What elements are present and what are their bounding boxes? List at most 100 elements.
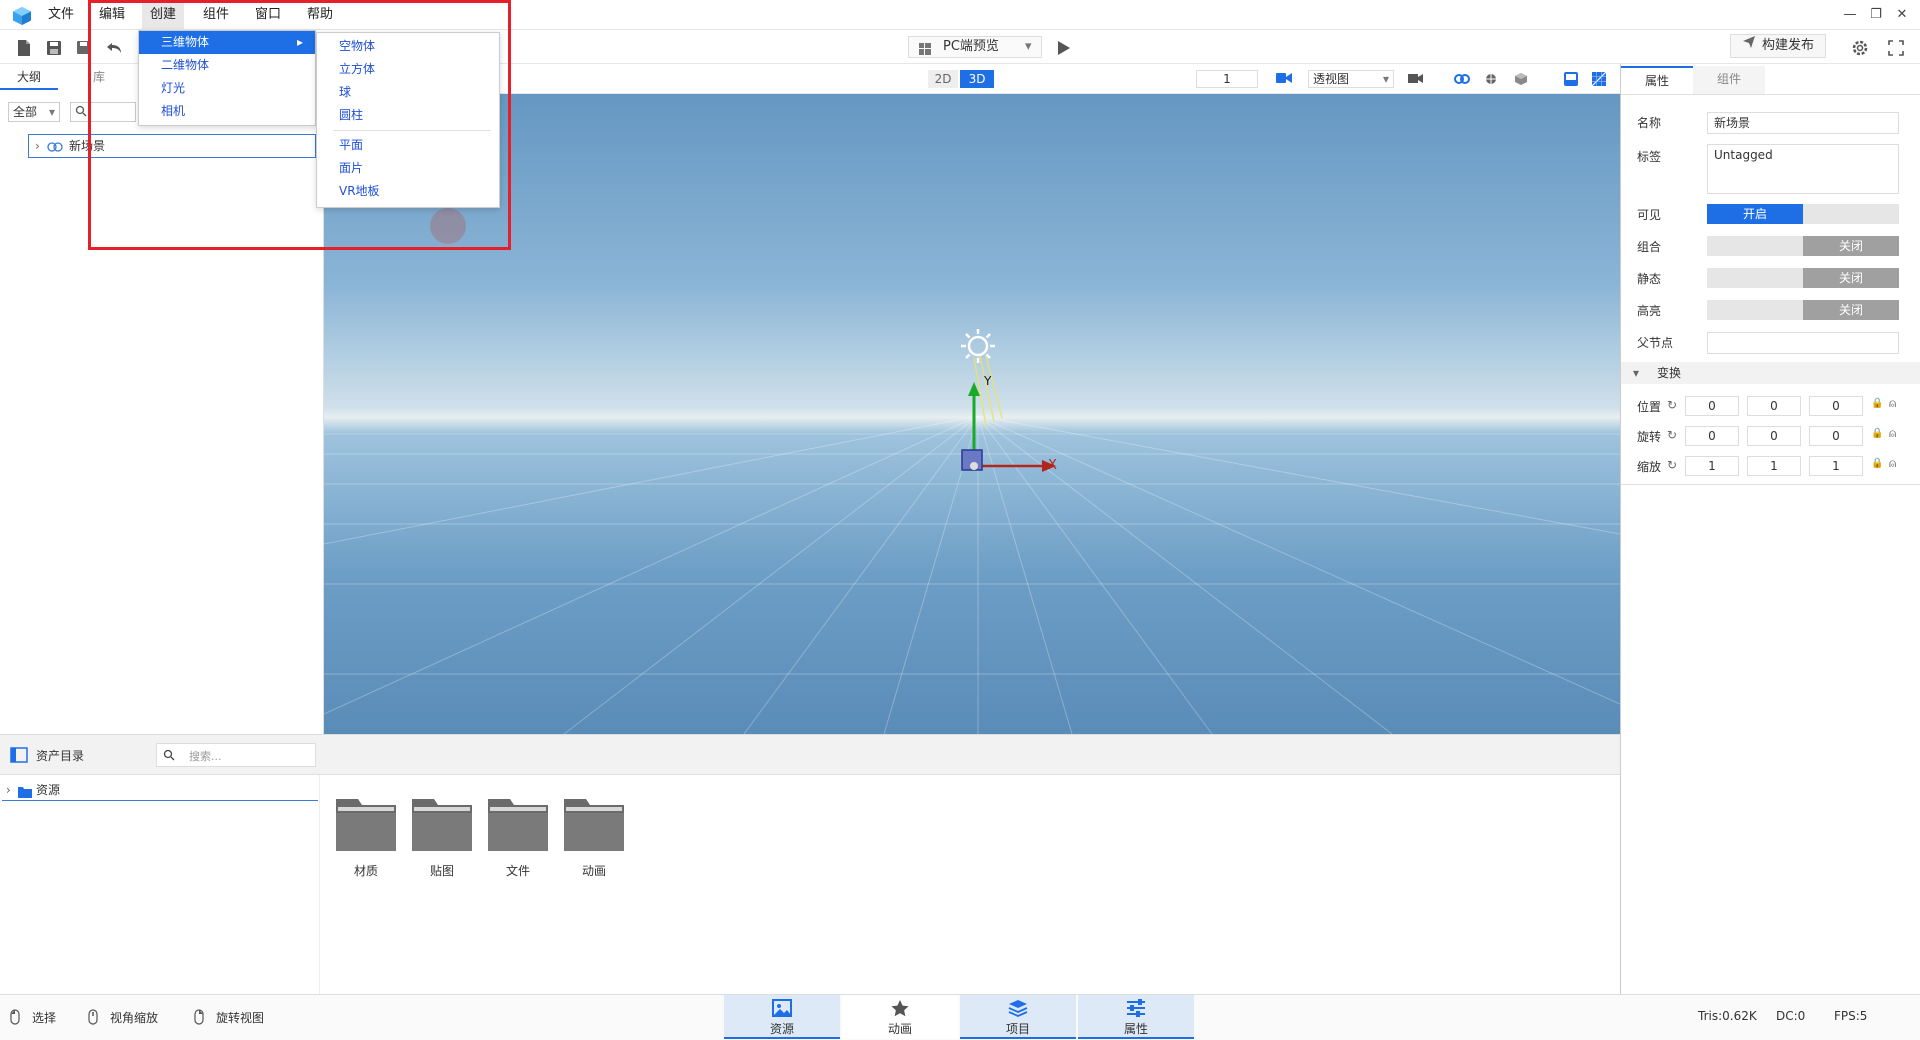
windows-icon [919, 42, 931, 62]
bottom-tab-assets[interactable]: 资源 [724, 995, 840, 1039]
tag-input[interactable]: Untagged [1707, 144, 1899, 194]
asset-search-input[interactable]: 搜索... [156, 743, 316, 767]
mouse-left-icon [10, 1009, 20, 1028]
highlight-annotation-box [88, 0, 511, 250]
visible-toggle[interactable]: 开启 [1707, 204, 1899, 224]
minimize-icon[interactable]: — [1838, 4, 1862, 26]
user-icon[interactable]: ⍝ [1889, 456, 1896, 471]
scene-viewport[interactable]: Y X [324, 94, 1620, 734]
scale-z-input[interactable]: 1 [1809, 456, 1863, 476]
grid-icon[interactable] [1591, 71, 1607, 89]
folder-icon [412, 799, 472, 851]
group-toggle-state: 关闭 [1803, 236, 1899, 256]
tag-label: 标签 [1637, 150, 1662, 164]
status-bar: 选择 视角缩放 旋转视图 资源 动画 项目 属性 Tris:0.62K DC:0… [0, 994, 1920, 1040]
lock-icon[interactable]: 🔒 [1871, 458, 1883, 469]
mouse-wheel-icon [88, 1009, 98, 1028]
scale-x-input[interactable]: 1 [1685, 456, 1739, 476]
outline-filter-select[interactable]: 全部 ▾ [8, 102, 60, 122]
layer-icon[interactable] [1564, 72, 1578, 89]
rotation-label: 旋转 [1637, 430, 1662, 444]
highlight-toggle-state: 关闭 [1803, 300, 1899, 320]
position-y-input[interactable]: 0 [1747, 396, 1801, 416]
folder-materials[interactable]: 材质 [334, 793, 398, 879]
position-x-input[interactable]: 0 [1685, 396, 1739, 416]
fps-counter: FPS:5 [1834, 1009, 1868, 1023]
gizmo-icon[interactable] [1484, 72, 1498, 89]
asset-panel: 资产目录 搜索... › 资源 材质 贴图 文件 动画 [0, 734, 1620, 995]
fullscreen-icon[interactable] [1884, 36, 1908, 60]
asset-tree-root[interactable]: › 资源 [2, 779, 318, 801]
rotation-y-input[interactable]: 0 [1747, 426, 1801, 446]
axis-y-label: Y [984, 374, 992, 388]
bottom-tab-label: 项目 [1005, 1022, 1030, 1036]
reset-rotation-icon[interactable]: ↻ [1667, 428, 1677, 442]
static-toggle[interactable]: 关闭 [1707, 268, 1899, 288]
assets-icon [772, 999, 792, 1017]
preview-mode-select[interactable]: PC端预览 ▾ [908, 36, 1042, 58]
transform-section-header[interactable]: ▾ 变换 [1621, 362, 1920, 384]
asset-search-placeholder: 搜索... [189, 750, 222, 763]
scene-icon [47, 139, 63, 161]
camera-settings-icon[interactable] [1408, 72, 1424, 89]
reset-position-icon[interactable]: ↻ [1667, 398, 1677, 412]
camera-index-input[interactable]: 1 [1196, 70, 1258, 88]
close-icon[interactable]: ✕ [1890, 4, 1914, 26]
rotation-x-input[interactable]: 0 [1685, 426, 1739, 446]
send-icon [1742, 35, 1756, 57]
new-file-icon[interactable] [12, 36, 36, 60]
lock-icon[interactable]: 🔒 [1871, 398, 1883, 409]
bottom-tab-project[interactable]: 项目 [960, 995, 1076, 1039]
transform-divider [1621, 484, 1920, 485]
highlight-label: 高亮 [1637, 304, 1662, 318]
tab-divider [1621, 94, 1920, 95]
bottom-tab-properties[interactable]: 属性 [1078, 995, 1194, 1039]
view-mode-value: 透视图 [1313, 72, 1350, 86]
rotation-z-input[interactable]: 0 [1809, 426, 1863, 446]
link-icon[interactable] [1454, 72, 1470, 89]
highlight-toggle[interactable]: 关闭 [1707, 300, 1899, 320]
cube-icon[interactable] [1514, 72, 1528, 89]
lock-icon[interactable]: 🔒 [1871, 428, 1883, 439]
visible-label: 可见 [1637, 208, 1662, 222]
hint-rotate: 旋转视图 [216, 1011, 265, 1025]
menu-file[interactable]: 文件 [44, 0, 78, 30]
scale-y-input[interactable]: 1 [1747, 456, 1801, 476]
static-label: 静态 [1637, 272, 1662, 286]
bottom-tab-label: 资源 [769, 1022, 794, 1036]
view-mode-select[interactable]: 透视图 ▾ [1308, 70, 1394, 88]
settings-gear-icon[interactable] [1848, 36, 1872, 60]
folder-icon [564, 799, 624, 851]
preview-mode-label: PC端预览 [943, 39, 999, 54]
mode-2d-button[interactable]: 2D [928, 70, 958, 88]
save-icon[interactable] [42, 36, 66, 60]
restore-icon[interactable]: ❐ [1864, 4, 1888, 26]
reset-scale-icon[interactable]: ↻ [1667, 458, 1677, 472]
bottom-tab-animation[interactable]: 动画 [842, 995, 958, 1039]
build-publish-button[interactable]: 构建发布 [1730, 34, 1826, 58]
user-icon[interactable]: ⍝ [1889, 426, 1896, 441]
tab-components[interactable]: 组件 [1693, 66, 1765, 94]
folder-animations[interactable]: 动画 [562, 793, 626, 879]
properties-panel: 属性 组件 名称 新场景 标签 Untagged 可见 开启 组合 关闭 静态 … [1620, 64, 1920, 994]
folder-textures[interactable]: 贴图 [410, 793, 474, 879]
folder-files[interactable]: 文件 [486, 793, 550, 879]
camera-icon[interactable] [1276, 72, 1292, 87]
draw-call-count: DC:0 [1776, 1009, 1806, 1023]
position-z-input[interactable]: 0 [1809, 396, 1863, 416]
visible-toggle-state: 开启 [1707, 204, 1803, 224]
bottom-tab-label: 属性 [1123, 1022, 1148, 1036]
user-icon[interactable]: ⍝ [1889, 396, 1896, 411]
chevron-right-icon: › [35, 139, 40, 153]
chevron-down-icon: ▾ [1382, 72, 1389, 86]
group-toggle[interactable]: 关闭 [1707, 236, 1899, 256]
folder-label: 材质 [353, 864, 378, 878]
hint-zoom: 视角缩放 [110, 1011, 159, 1025]
outline-filter-value: 全部 [13, 105, 38, 119]
tab-properties[interactable]: 属性 [1621, 66, 1693, 94]
mode-3d-button[interactable]: 3D [960, 70, 994, 88]
name-input[interactable]: 新场景 [1707, 112, 1899, 134]
tab-outline[interactable]: 大纲 [0, 64, 58, 90]
parent-input[interactable] [1707, 332, 1899, 354]
play-icon[interactable] [1052, 36, 1076, 60]
